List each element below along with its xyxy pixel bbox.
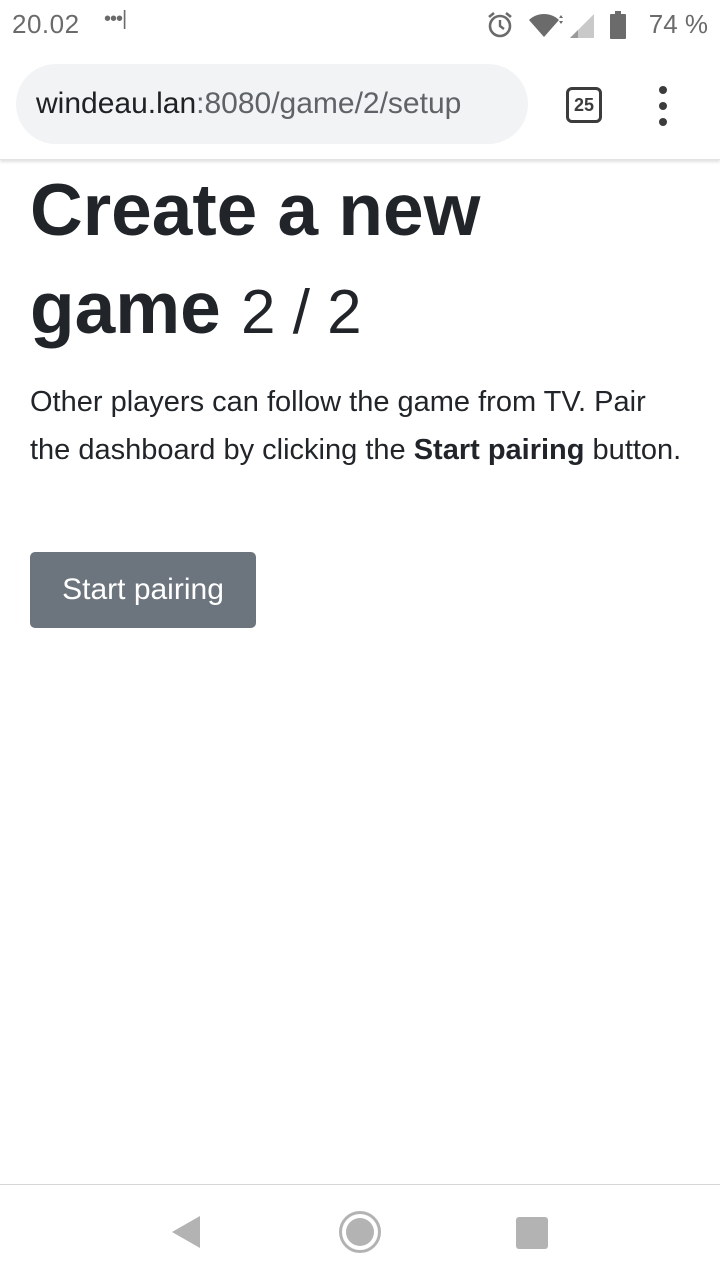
browser-toolbar: windeau.lan:8080/game/2/setup 25 <box>0 50 720 160</box>
step-indicator: 2 / 2 <box>241 278 362 347</box>
back-icon[interactable] <box>170 1214 202 1250</box>
page-title: Create a new game 2 / 2 <box>30 162 690 362</box>
instructions-text: Other players can follow the game from T… <box>30 378 690 474</box>
main-content: Create a new game 2 / 2 Other players ca… <box>30 162 690 628</box>
start-pairing-button[interactable]: Start pairing <box>30 552 256 628</box>
recents-icon[interactable] <box>516 1217 548 1249</box>
wifi-icon <box>529 14 563 37</box>
battery-percent: 74 % <box>648 9 708 39</box>
url-path: :8080/game/2/setup <box>196 87 462 120</box>
tab-switcher-button[interactable]: 25 <box>566 87 602 123</box>
notification-dots: •••| <box>104 8 127 30</box>
more-vert-icon[interactable] <box>648 86 678 126</box>
signal-icon <box>570 14 594 38</box>
instructions-part-2: button. <box>584 434 682 466</box>
status-bar: 20.02 •••| 74 % <box>0 0 720 50</box>
system-nav-bar <box>0 1184 720 1280</box>
battery-icon <box>610 11 626 39</box>
address-bar[interactable]: windeau.lan:8080/game/2/setup <box>16 64 528 144</box>
url-host: windeau.lan <box>36 87 197 120</box>
instructions-bold: Start pairing <box>413 434 585 466</box>
alarm-icon <box>488 11 512 38</box>
home-icon[interactable] <box>338 1210 382 1254</box>
status-time: 20.02 <box>12 9 80 39</box>
